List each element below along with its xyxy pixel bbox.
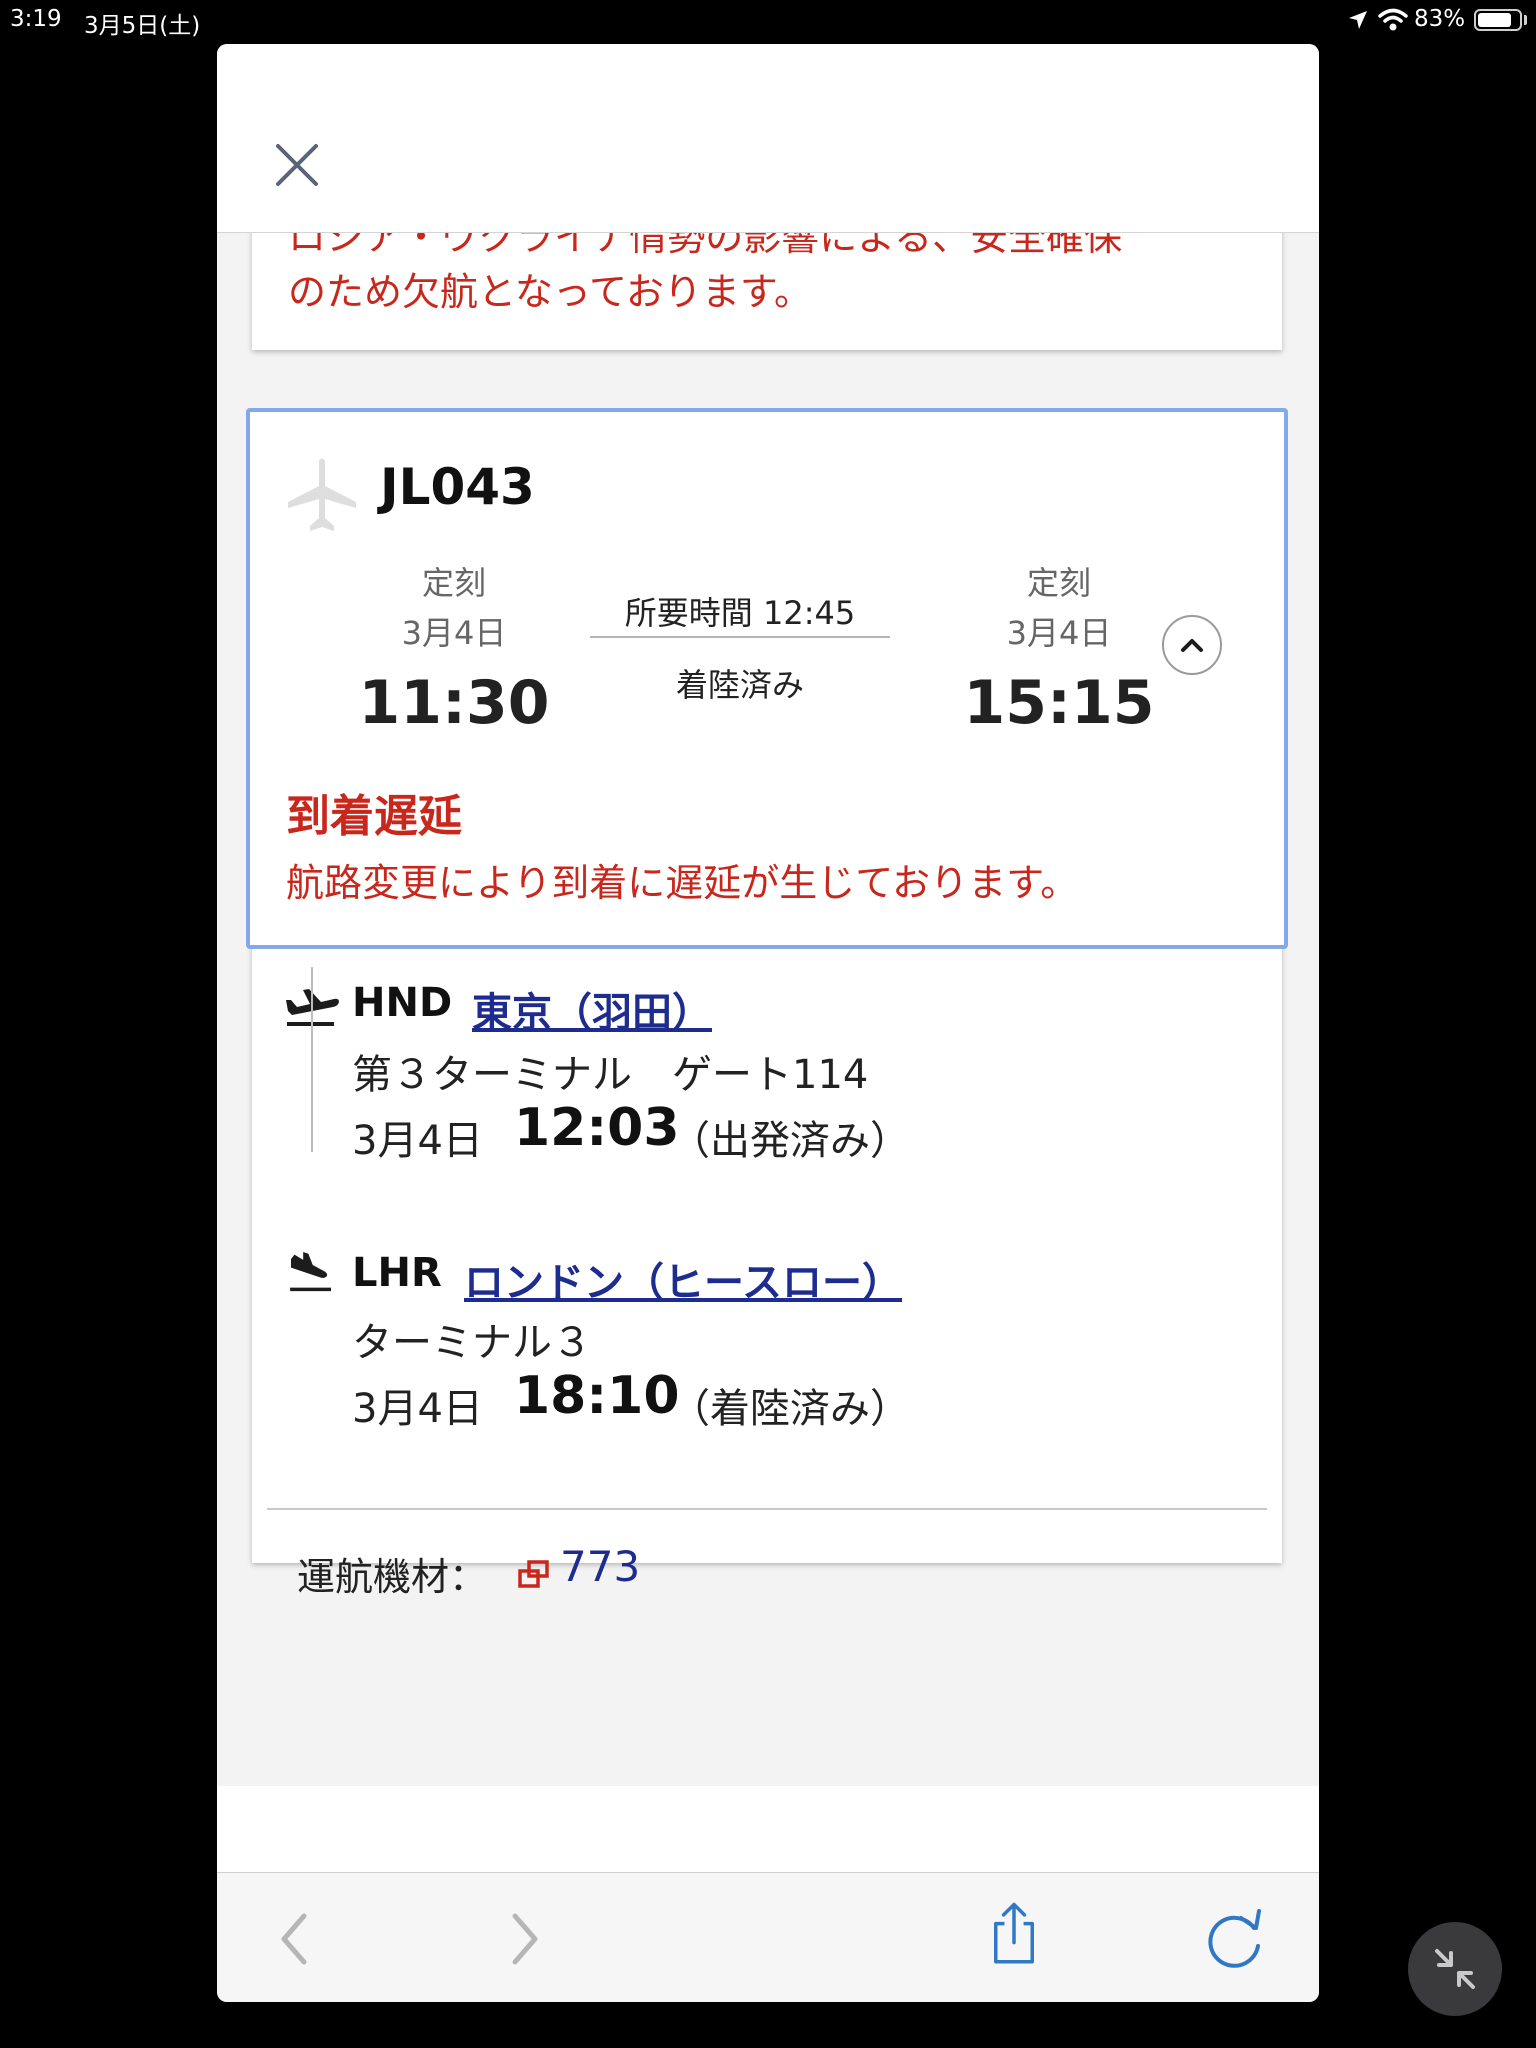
- collapse-button[interactable]: [1162, 615, 1222, 675]
- destination-city-link[interactable]: ロンドン（ヒースロー）: [464, 1250, 902, 1308]
- battery-icon: [1474, 9, 1522, 31]
- exit-fullscreen-button[interactable]: [1408, 1922, 1502, 2016]
- flight-summary[interactable]: JL043 定刻 3月4日 11:30 所要時間 12:45 着陸済み 定刻 3…: [246, 408, 1288, 949]
- sheet-content[interactable]: ロシア・ウクライナ情勢の影響による、安全確保 のため欠航となっております。 JL…: [217, 232, 1319, 1832]
- origin-status: （出発済み）: [670, 1118, 910, 1164]
- external-link-icon: [518, 1560, 549, 1588]
- flight-detail-sheet: ロシア・ウクライナ情勢の影響による、安全確保 のため欠航となっております。 JL…: [217, 44, 1319, 2002]
- origin-code: HND: [352, 980, 453, 1026]
- arrival-date: 3月4日: [1006, 614, 1112, 652]
- delay-description: 航路変更により到着に遅延が生じております。: [286, 861, 1079, 905]
- chevron-up-icon: [1181, 639, 1203, 652]
- departure-date: 3月4日: [401, 614, 507, 652]
- destination-status: （着陸済み）: [670, 1386, 910, 1432]
- duration-divider: [590, 636, 890, 638]
- cancel-notice-line2: のため欠航となっております。: [288, 270, 813, 314]
- location-icon: [1349, 11, 1367, 29]
- landing-icon: [290, 1252, 331, 1292]
- equipment-divider: [267, 1508, 1267, 1510]
- battery-cap: [1524, 15, 1527, 25]
- flight-status: 着陸済み: [675, 666, 804, 704]
- flight-number: JL043: [380, 458, 535, 516]
- departure-scheduled-label: 定刻: [421, 564, 486, 602]
- close-icon[interactable]: [272, 140, 322, 190]
- minimize-icon: [1435, 1949, 1475, 1989]
- origin-actual-time: 12:03: [514, 1098, 680, 1158]
- chevron-right-icon[interactable]: [491, 1906, 557, 1972]
- status-time: 3:19: [10, 6, 62, 32]
- equipment-label: 運航機材：: [297, 1555, 488, 1599]
- route-line: [311, 967, 313, 1152]
- delay-title: 到着遅延: [286, 791, 462, 842]
- wifi-icon: [1378, 8, 1408, 31]
- destination-date: 3月4日: [352, 1386, 483, 1432]
- battery-level: [1478, 13, 1512, 27]
- destination-terminal: ターミナル３: [352, 1320, 592, 1366]
- destination-actual-time: 18:10: [514, 1366, 680, 1426]
- origin-date: 3月4日: [352, 1118, 483, 1164]
- chevron-left-icon[interactable]: [264, 1906, 330, 1972]
- origin-terminal: 第３ターミナル ゲート114: [352, 1052, 869, 1098]
- sheet-header: [217, 44, 1319, 233]
- arrival-scheduled-label: 定刻: [1026, 564, 1091, 602]
- departure-time: 11:30: [358, 668, 550, 738]
- cancel-notice-line1: ロシア・ウクライナ情勢の影響による、安全確保: [288, 232, 1123, 259]
- arrival-time: 15:15: [963, 668, 1155, 738]
- flight-duration: 所要時間 12:45: [624, 594, 856, 632]
- battery-percent: 83%: [1414, 6, 1466, 32]
- destination-code: LHR: [352, 1250, 442, 1296]
- share-icon[interactable]: [981, 1901, 1047, 1967]
- flight-card: JL043 定刻 3月4日 11:30 所要時間 12:45 着陸済み 定刻 3…: [246, 408, 1288, 1599]
- status-date: 3月5日(土): [84, 13, 201, 39]
- airplane-icon: [288, 458, 356, 531]
- equipment-link[interactable]: 773: [560, 1542, 640, 1591]
- reload-icon[interactable]: [1203, 1906, 1269, 1972]
- origin-city-link[interactable]: 東京（羽田）: [472, 980, 712, 1038]
- previous-flight-card: ロシア・ウクライナ情勢の影響による、安全確保 のため欠航となっております。: [252, 232, 1282, 350]
- browser-toolbar: [217, 1872, 1319, 2002]
